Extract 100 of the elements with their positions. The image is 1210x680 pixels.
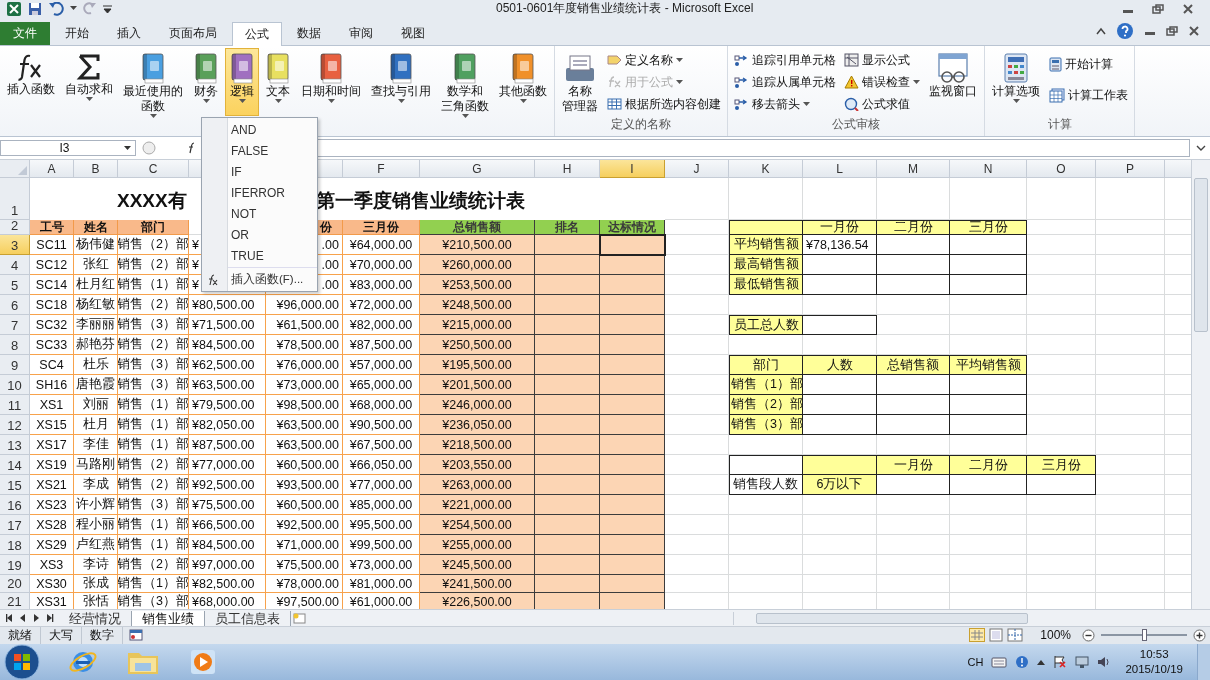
row-header[interactable]: 11: [0, 395, 30, 416]
row-header[interactable]: 13: [0, 435, 30, 456]
ribbon-button[interactable]: 计算工作表: [1046, 84, 1131, 106]
table-cell: 李诗: [74, 555, 118, 576]
menu-item[interactable]: IF: [202, 161, 317, 182]
ribbon-button[interactable]: 文本: [261, 47, 295, 116]
row-header[interactable]: 9: [0, 355, 30, 376]
ribbon-tab[interactable]: 公式: [232, 21, 282, 46]
table-cell: ¥195,500.00: [420, 355, 535, 376]
column-header[interactable]: J: [665, 160, 729, 179]
column-header[interactable]: L: [803, 160, 877, 179]
ribbon-button[interactable]: 最近使用的 函数: [119, 47, 187, 116]
table-cell: 二月份: [877, 220, 950, 236]
row-header[interactable]: 6: [0, 295, 30, 316]
column-header[interactable]: A: [30, 160, 74, 179]
row-header[interactable]: 19: [0, 555, 30, 576]
ribbon-button[interactable]: 根据所选内容创建: [604, 93, 724, 115]
column-header[interactable]: C: [118, 160, 189, 179]
table-cell: 一月份: [803, 220, 877, 236]
table-cell: 销售（2）部: [729, 395, 803, 416]
ribbon-button[interactable]: 插入函数: [3, 47, 59, 116]
column-heading: 三月份: [343, 220, 420, 236]
table-cell: ¥67,500.00: [343, 435, 420, 456]
row-header[interactable]: 4: [0, 255, 30, 276]
table-cell: ¥68,000.00: [343, 395, 420, 416]
ribbon-button[interactable]: 公式求值: [841, 93, 923, 115]
row-header[interactable]: 7: [0, 315, 30, 336]
ribbon-button[interactable]: 追踪从属单元格: [731, 71, 839, 93]
ribbon-tab[interactable]: 视图: [388, 21, 438, 45]
column-header[interactable]: I: [600, 160, 665, 179]
column-header[interactable]: M: [877, 160, 950, 179]
row-header[interactable]: 1: [0, 178, 30, 221]
menu-item[interactable]: IFERROR: [202, 182, 317, 203]
ribbon-button[interactable]: 定义名称: [604, 49, 724, 71]
row-header[interactable]: 8: [0, 335, 30, 356]
table-cell: 李佳: [74, 435, 118, 456]
table-cell: 最高销售额: [729, 255, 803, 276]
ribbon-button[interactable]: 移去箭头: [731, 93, 839, 115]
ribbon-button[interactable]: 错误检查: [841, 71, 923, 93]
ribbon-button[interactable]: 显示公式: [841, 49, 923, 71]
ribbon-button[interactable]: 逻辑: [225, 47, 259, 116]
row-header[interactable]: 18: [0, 535, 30, 556]
table-cell: ¥215,000.00: [420, 315, 535, 336]
row-header[interactable]: 10: [0, 375, 30, 396]
row-header[interactable]: 16: [0, 495, 30, 516]
column-header[interactable]: B: [74, 160, 118, 179]
table-cell: ¥82,500.00: [189, 575, 266, 594]
name-box[interactable]: I3: [0, 140, 136, 157]
table-cell: ¥78,000.00: [266, 575, 343, 594]
clock[interactable]: 10:53 2015/10/19: [1119, 647, 1189, 677]
row-header[interactable]: 12: [0, 415, 30, 436]
column-header[interactable]: P: [1096, 160, 1165, 179]
column-header[interactable]: N: [950, 160, 1027, 179]
table-cell: 平均销售额: [950, 355, 1027, 376]
table-cell: XS15: [30, 415, 74, 436]
row-header[interactable]: 5: [0, 275, 30, 296]
ribbon-button[interactable]: 日期和时间: [297, 47, 365, 116]
menu-item[interactable]: AND: [202, 119, 317, 140]
row-header[interactable]: 3: [0, 235, 30, 256]
table-cell: 杜乐: [74, 355, 118, 376]
row-header[interactable]: 21: [0, 593, 30, 610]
table-cell: SC32: [30, 315, 74, 336]
table-cell: ¥62,500.00: [189, 355, 266, 376]
ribbon-button[interactable]: 监视窗口: [925, 47, 981, 116]
table-cell: ¥87,500.00: [343, 335, 420, 356]
ribbon-tab[interactable]: 插入: [104, 21, 154, 45]
row-header[interactable]: 14: [0, 455, 30, 476]
ribbon-button[interactable]: 自动求和: [61, 47, 117, 116]
column-header[interactable]: O: [1027, 160, 1096, 179]
ribbon-button[interactable]: 其他函数: [495, 47, 551, 116]
column-header[interactable]: F: [343, 160, 420, 179]
ribbon-button[interactable]: 名称 管理器: [558, 47, 602, 116]
ribbon-button[interactable]: 追踪引用单元格: [731, 49, 839, 71]
table-cell: ¥248,500.00: [420, 295, 535, 316]
ribbon-button[interactable]: 开始计算: [1046, 53, 1131, 75]
ribbon-button[interactable]: 查找与引用: [367, 47, 435, 116]
column-header[interactable]: K: [729, 160, 803, 179]
table-cell: ¥87,500.00: [189, 435, 266, 456]
menu-item[interactable]: FALSE: [202, 140, 317, 161]
ribbon-button[interactable]: 计算选项: [988, 47, 1044, 116]
sheet-tab[interactable]: 销售业绩: [132, 610, 205, 626]
ribbon-tab[interactable]: 页面布局: [156, 21, 230, 45]
zoom-level[interactable]: 100%: [1040, 628, 1071, 643]
ribbon-tab[interactable]: 审阅: [336, 21, 386, 45]
row-header[interactable]: 20: [0, 575, 30, 594]
ribbon-tab[interactable]: 数据: [284, 21, 334, 45]
row-header[interactable]: 2: [0, 220, 30, 236]
ribbon-tab[interactable]: 开始: [52, 21, 102, 45]
column-header[interactable]: G: [420, 160, 535, 179]
table-cell: ¥71,000.00: [266, 535, 343, 556]
sheet-tab[interactable]: 员工信息表: [205, 610, 291, 626]
ribbon-button[interactable]: 数学和 三角函数: [437, 47, 493, 116]
column-header[interactable]: H: [535, 160, 600, 179]
row-header[interactable]: 17: [0, 515, 30, 536]
ribbon-tab[interactable]: 文件: [0, 21, 50, 45]
ribbon-button[interactable]: 财务: [189, 47, 223, 116]
row-header[interactable]: 15: [0, 475, 30, 496]
table-cell: ¥96,000.00: [266, 295, 343, 316]
language-indicator[interactable]: CH: [967, 656, 984, 668]
table-cell: 6万以下: [803, 475, 877, 496]
